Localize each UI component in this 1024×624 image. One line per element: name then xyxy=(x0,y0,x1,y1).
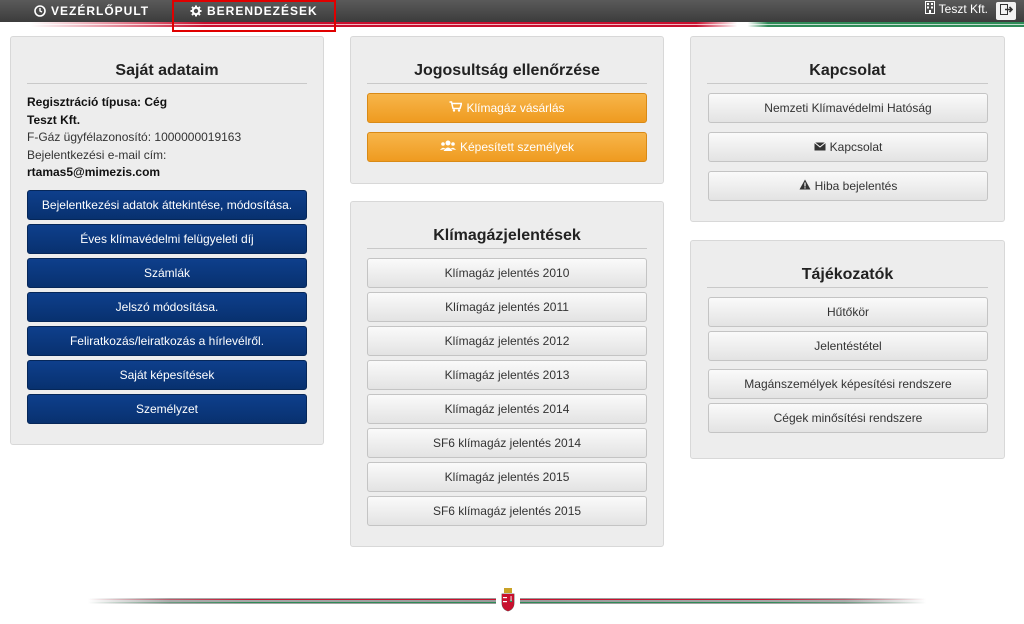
report-2015-button[interactable]: Klímagáz jelentés 2015 xyxy=(367,462,647,492)
gas-purchase-label: Klímagáz vásárlás xyxy=(466,101,565,115)
login-data-button[interactable]: Bejelentkezési adatok áttekintése, módos… xyxy=(27,190,307,220)
sf6-report-2015-button[interactable]: SF6 klímagáz jelentés 2015 xyxy=(367,496,647,526)
users-icon xyxy=(439,140,456,154)
cooling-circuit-button[interactable]: Hűtőkör xyxy=(708,297,988,327)
panel-contact-title: Kapcsolat xyxy=(707,59,988,84)
dashboard-icon xyxy=(34,5,46,17)
bug-report-label: Hiba bejelentés xyxy=(814,179,898,193)
qualified-persons-label: Képesített személyek xyxy=(459,140,575,154)
registration-type: Regisztráció típusa: Cég xyxy=(27,95,168,109)
company-menu[interactable]: Teszt Kft. xyxy=(924,0,988,18)
panel-reports: Klímagázjelentések Klímagáz jelentés 201… xyxy=(350,201,664,547)
own-qualifications-button[interactable]: Saját képesítések xyxy=(27,360,307,390)
footer-divider-left xyxy=(88,598,496,604)
sf6-report-2014-button[interactable]: SF6 klímagáz jelentés 2014 xyxy=(367,428,647,458)
qualified-persons-button[interactable]: Képesített személyek xyxy=(367,132,647,162)
company-name: Teszt Kft. xyxy=(938,2,988,16)
building-icon xyxy=(924,0,936,18)
bug-report-button[interactable]: Hiba bejelentés xyxy=(708,171,988,201)
report-2011-button[interactable]: Klímagáz jelentés 2011 xyxy=(367,292,647,322)
logout-button[interactable] xyxy=(996,2,1016,20)
change-password-button[interactable]: Jelszó módosítása. xyxy=(27,292,307,322)
email-label: Bejelentkezési e-mail cím: xyxy=(27,148,167,162)
nav-dashboard-label: VEZÉRLŐPULT xyxy=(51,4,150,18)
annual-fee-button[interactable]: Éves klímavédelmi felügyeleti díj xyxy=(27,224,307,254)
newsletter-button[interactable]: Feliratkozás/leiratkozás a hírlevélről. xyxy=(27,326,307,356)
report-2014-button[interactable]: Klímagáz jelentés 2014 xyxy=(367,394,647,424)
top-navbar: VEZÉRLŐPULT BERENDEZÉSEK Teszt Kft. xyxy=(0,0,1024,22)
cart-icon xyxy=(449,101,463,115)
contact-label: Kapcsolat xyxy=(829,140,883,154)
company-certification-button[interactable]: Cégek minősítési rendszere xyxy=(708,403,988,433)
authority-button[interactable]: Nemzeti Klímavédelmi Hatóság xyxy=(708,93,988,123)
nav-dashboard[interactable]: VEZÉRLŐPULT xyxy=(34,0,149,22)
staff-button[interactable]: Személyzet xyxy=(27,394,307,424)
footer-divider-right xyxy=(520,598,926,604)
report-2012-button[interactable]: Klímagáz jelentés 2012 xyxy=(367,326,647,356)
email-value: rtamas5@mimezis.com xyxy=(27,165,161,179)
coat-of-arms-icon xyxy=(500,588,516,612)
panel-own-data-title: Saját adataim xyxy=(27,59,307,84)
active-nav-highlight xyxy=(172,0,336,32)
panel-info: Tájékozatók Hűtőkör Jelentéstétel Magáns… xyxy=(690,240,1005,459)
panel-info-title: Tájékozatók xyxy=(707,263,988,288)
panel-reports-title: Klímagázjelentések xyxy=(367,224,647,249)
company-name-info: Teszt Kft. xyxy=(27,113,81,127)
logout-icon xyxy=(999,4,1013,18)
panel-contact: Kapcsolat Nemzeti Klímavédelmi Hatóság K… xyxy=(690,36,1005,222)
warning-icon xyxy=(799,179,811,193)
flag-stripe xyxy=(0,22,1024,27)
report-2010-button[interactable]: Klímagáz jelentés 2010 xyxy=(367,258,647,288)
panel-eligibility-title: Jogosultság ellenőrzése xyxy=(367,59,647,84)
panel-own-data: Saját adataim Regisztráció típusa: Cég T… xyxy=(10,36,324,445)
report-2013-button[interactable]: Klímagáz jelentés 2013 xyxy=(367,360,647,390)
envelope-icon xyxy=(813,140,826,154)
invoices-button[interactable]: Számlák xyxy=(27,258,307,288)
fgas-id: F-Gáz ügyfélazonosító: 1000000019163 xyxy=(27,130,242,144)
gas-purchase-button[interactable]: Klímagáz vásárlás xyxy=(367,93,647,123)
contact-button[interactable]: Kapcsolat xyxy=(708,132,988,162)
reporting-button[interactable]: Jelentéstétel xyxy=(708,331,988,361)
panel-eligibility: Jogosultság ellenőrzése Klímagáz vásárlá… xyxy=(350,36,664,184)
individual-qualification-button[interactable]: Magánszemélyek képesítési rendszere xyxy=(708,369,988,399)
